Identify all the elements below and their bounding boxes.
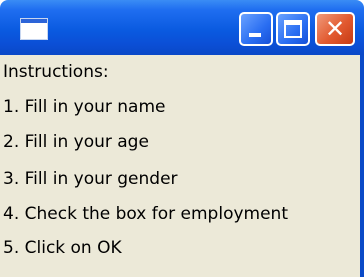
instruction-step-2: 2. Fill in your age xyxy=(3,132,149,152)
window-icon[interactable] xyxy=(20,18,48,40)
instruction-step-5: 5. Click on OK xyxy=(3,238,122,258)
instructions-heading: Instructions: xyxy=(3,62,109,82)
close-button[interactable]: ✕ xyxy=(315,12,355,46)
maximize-button[interactable] xyxy=(276,12,310,46)
maximize-icon xyxy=(284,20,302,38)
instruction-step-3: 3. Fill in your gender xyxy=(3,169,178,189)
minimize-icon xyxy=(249,33,261,37)
minimize-button[interactable] xyxy=(239,12,273,46)
title-bar[interactable]: ✕ xyxy=(0,0,364,55)
instruction-step-4: 4. Check the box for employment xyxy=(3,204,288,224)
instruction-step-1: 1. Fill in your name xyxy=(3,97,166,117)
app-window: ✕ Instructions: 1. Fill in your name 2. … xyxy=(0,0,364,277)
instructions-panel: Instructions: 1. Fill in your name 2. Fi… xyxy=(0,55,364,277)
close-icon: ✕ xyxy=(324,15,346,43)
